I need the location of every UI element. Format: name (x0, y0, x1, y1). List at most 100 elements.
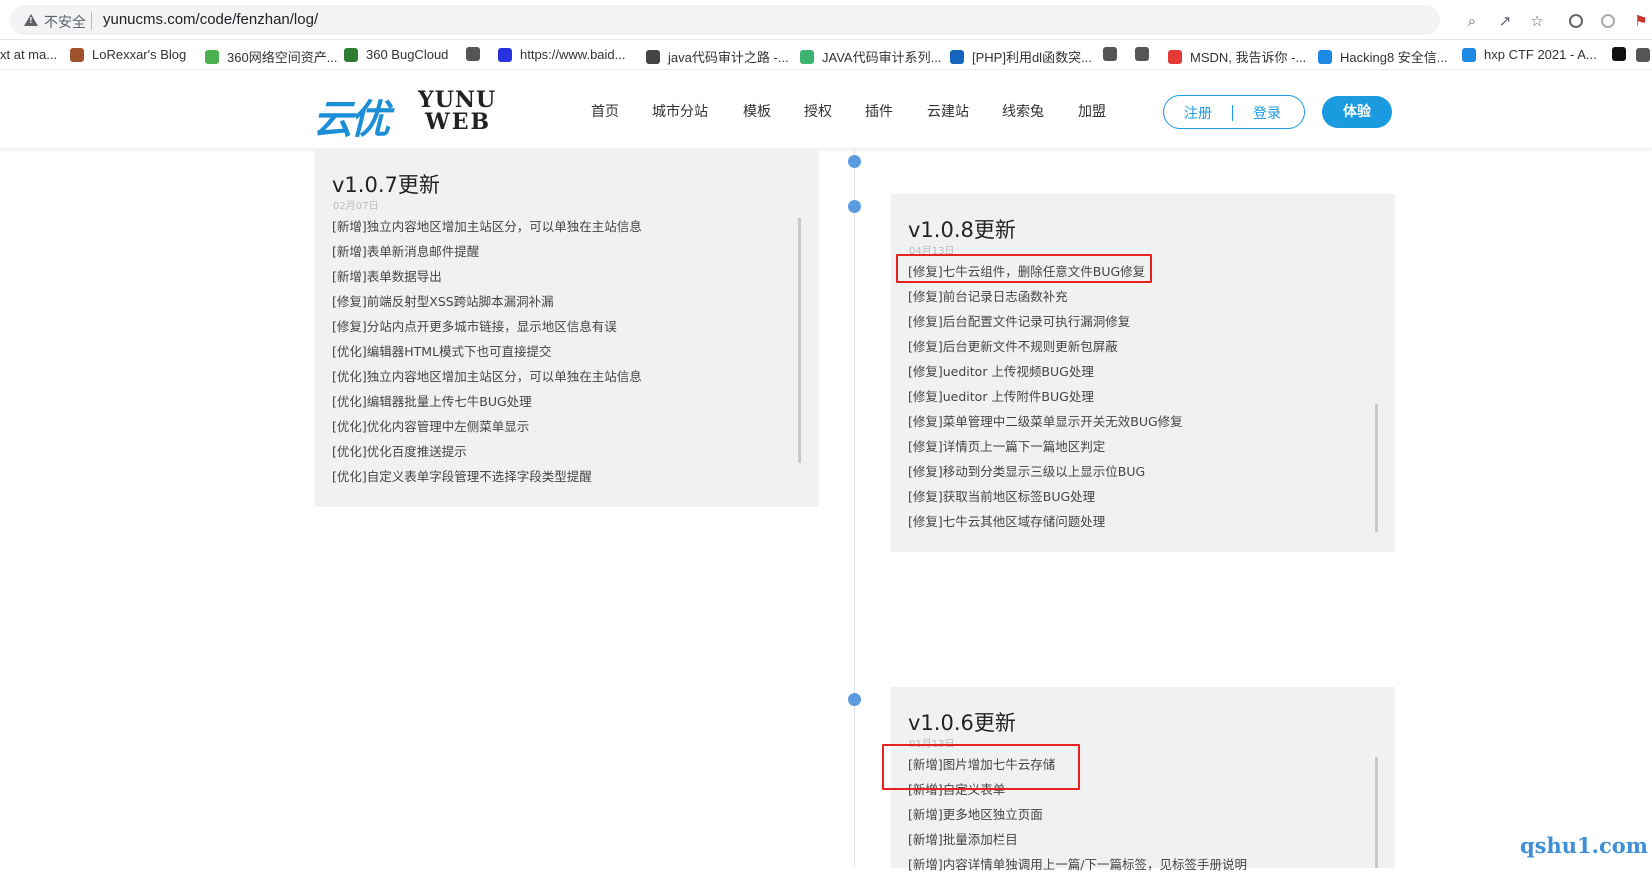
bookmark-item[interactable] (1135, 47, 1157, 61)
changelog-title: v1.0.7更新 (332, 173, 440, 197)
nav-item-cloud-site[interactable]: 云建站 (927, 101, 969, 121)
bookmark-favicon-icon (1103, 47, 1117, 61)
bookmark-label: JAVA代码审计系列... (822, 50, 942, 65)
timeline-dot (848, 200, 861, 213)
bookmark-item[interactable] (466, 47, 488, 61)
extension-icon-2[interactable] (1601, 14, 1615, 28)
bookmarks-bar: xt at ma... LoRexxar's Blog 360网络空间资产... 36… (0, 40, 1652, 70)
login-button[interactable]: 登录 (1253, 103, 1281, 123)
bookmark-item[interactable] (1103, 47, 1125, 61)
bookmark-label: [PHP]利用dl函数突... (972, 50, 1092, 65)
bookmark-label: hxp CTF 2021 - A... (1484, 47, 1597, 62)
changelog-items: [新增]独立内容地区增加主站区分，可以单独在主站信息 [新增]表单新消息邮件提醒… (332, 214, 642, 489)
warning-icon[interactable] (24, 14, 38, 26)
changelog-item: [修复]后台配置文件记录可执行漏洞修复 (908, 314, 1131, 329)
changelog-item: [修复]菜单管理中二级菜单显示开关无效BUG修复 (908, 414, 1183, 429)
bookmark-label: MSDN, 我告诉你 -... (1190, 50, 1307, 65)
security-label[interactable]: 不安全 (44, 12, 86, 32)
changelog-item: [修复]获取当前地区标签BUG处理 (908, 489, 1096, 504)
bookmark-item[interactable]: [PHP]利用dl函数突... (950, 47, 1092, 66)
bookmark-favicon-icon (1636, 47, 1650, 62)
bookmark-item[interactable]: MSDN, 我告诉你 -... (1168, 47, 1306, 66)
browser-address-bar: 不安全 yunucms.com/code/fenzhan/log/ ⌕ ↗ ☆ … (0, 0, 1652, 40)
scrollbar[interactable] (798, 218, 801, 463)
timeline-dot (848, 155, 861, 168)
bookmark-favicon-icon (1462, 47, 1476, 62)
nav-item-leads[interactable]: 线索兔 (1002, 101, 1044, 121)
changelog-item: [优化]自定义表单字段管理不选择字段类型提醒 (332, 469, 592, 484)
register-button[interactable]: 注册 (1184, 103, 1212, 123)
url-text[interactable]: yunucms.com/code/fenzhan/log/ (103, 11, 318, 28)
bookmark-item[interactable]: 360网络空间资产... (205, 47, 338, 66)
bookmark-item[interactable]: JAVA代码审计系列... (800, 47, 941, 66)
bookmark-favicon-icon (498, 47, 512, 62)
bookmark-favicon-icon (466, 47, 480, 61)
bookmark-label: java代码审计之路 -... (668, 50, 789, 65)
bookmark-favicon-icon (205, 49, 219, 64)
logo-cn-text: 云优 (313, 97, 390, 143)
extension-icon-3[interactable]: ⚑ (1632, 12, 1650, 30)
changelog-title: v1.0.6更新 (908, 711, 1016, 735)
changelog-item: [优化]编辑器HTML模式下也可直接提交 (332, 344, 552, 359)
nav-item-templates[interactable]: 模板 (743, 101, 771, 121)
zoom-icon[interactable]: ⌕ (1463, 12, 1481, 30)
omnibox-divider (91, 12, 92, 30)
bookmark-item[interactable]: https://www.baid... (498, 47, 626, 62)
changelog-item: [修复]详情页上一篇下一篇地区判定 (908, 439, 1106, 454)
site-logo[interactable]: 云优 YUNU WEB (313, 85, 498, 143)
nav-item-home[interactable]: 首页 (591, 101, 619, 121)
changelog-title: v1.0.8更新 (908, 218, 1016, 242)
bookmark-item[interactable] (1612, 47, 1634, 61)
bookmark-item[interactable]: 360 BugCloud (344, 47, 448, 62)
nav-item-license[interactable]: 授权 (804, 101, 832, 121)
changelog-item: [修复]分站内点开更多城市链接，显示地区信息有误 (332, 319, 617, 334)
bookmark-label: xt at ma... (0, 47, 58, 62)
changelog-item: [新增]表单新消息邮件提醒 (332, 244, 480, 259)
changelog-item: [优化]优化百度推送提示 (332, 444, 467, 459)
changelog-item: [修复]后台更新文件不规则更新包屏蔽 (908, 339, 1118, 354)
changelog-item: [新增]批量添加栏目 (908, 832, 1018, 847)
bookmark-item[interactable]: java代码审计之路 -... (646, 47, 789, 66)
bookmark-label: Hacking8 安全信... (1340, 50, 1448, 65)
scrollbar[interactable] (1375, 404, 1378, 532)
bookmark-item[interactable]: Hacking8 安全信... (1318, 47, 1448, 66)
bookmark-favicon-icon (1135, 47, 1149, 61)
bookmark-item[interactable]: xt at ma... (0, 47, 57, 62)
nav-item-plugins[interactable]: 插件 (865, 101, 893, 121)
bookmark-favicon-icon (646, 49, 660, 64)
changelog-item: [新增]独立内容地区增加主站区分，可以单独在主站信息 (332, 219, 642, 234)
bookmark-favicon-icon (1612, 47, 1626, 61)
highlight-box (882, 744, 1080, 790)
auth-button-group: 注册 登录 (1163, 95, 1305, 129)
changelog-item: [新增]更多地区独立页面 (908, 807, 1043, 822)
changelog-card-v108: v1.0.8更新 04月13日 [修复]七牛云组件，删除任意文件BUG修复 [修… (891, 194, 1395, 552)
changelog-item: [优化]独立内容地区增加主站区分，可以单独在主站信息 (332, 369, 642, 384)
bookmark-favicon-icon (800, 49, 814, 64)
changelog-item: [修复]前台记录日志函数补充 (908, 289, 1068, 304)
nav-item-join[interactable]: 加盟 (1078, 101, 1106, 121)
changelog-item: [优化]编辑器批量上传七牛BUG处理 (332, 394, 532, 409)
bookmark-favicon-icon (950, 49, 964, 64)
changelog-item: [修复]移动到分类显示三级以上显示位BUG (908, 464, 1146, 479)
bookmark-item[interactable]: hxp CTF 2021 - A... (1462, 47, 1597, 62)
scrollbar[interactable] (1375, 757, 1378, 868)
nav-item-city-branch[interactable]: 城市分站 (652, 101, 708, 121)
auth-divider (1232, 105, 1233, 121)
bookmark-item[interactable]: Wi (1636, 47, 1652, 62)
logo-en-text-2: WEB (425, 109, 492, 135)
changelog-item: [新增]表单数据导出 (332, 269, 442, 284)
changelog-item: [优化]优化内容管理中左侧菜单显示 (332, 419, 530, 434)
bookmark-label: 360网络空间资产... (227, 50, 338, 65)
try-button[interactable]: 体验 (1322, 96, 1392, 128)
changelog-item: [修复]ueditor 上传附件BUG处理 (908, 389, 1094, 404)
highlight-box (896, 254, 1152, 283)
star-icon[interactable]: ☆ (1528, 12, 1546, 30)
extension-icon[interactable] (1569, 14, 1583, 28)
share-icon[interactable]: ↗ (1496, 12, 1514, 30)
bookmark-item[interactable]: LoRexxar's Blog (70, 47, 186, 62)
bookmark-label: LoRexxar's Blog (92, 47, 187, 62)
watermark-text: qshu1.com (1520, 833, 1648, 858)
changelog-item: [修复]ueditor 上传视频BUG处理 (908, 364, 1094, 379)
site-header: 云优 YUNU WEB 首页 城市分站 模板 授权 插件 云建站 线索兔 加盟 … (0, 71, 1652, 148)
bookmark-favicon-icon (70, 47, 84, 62)
